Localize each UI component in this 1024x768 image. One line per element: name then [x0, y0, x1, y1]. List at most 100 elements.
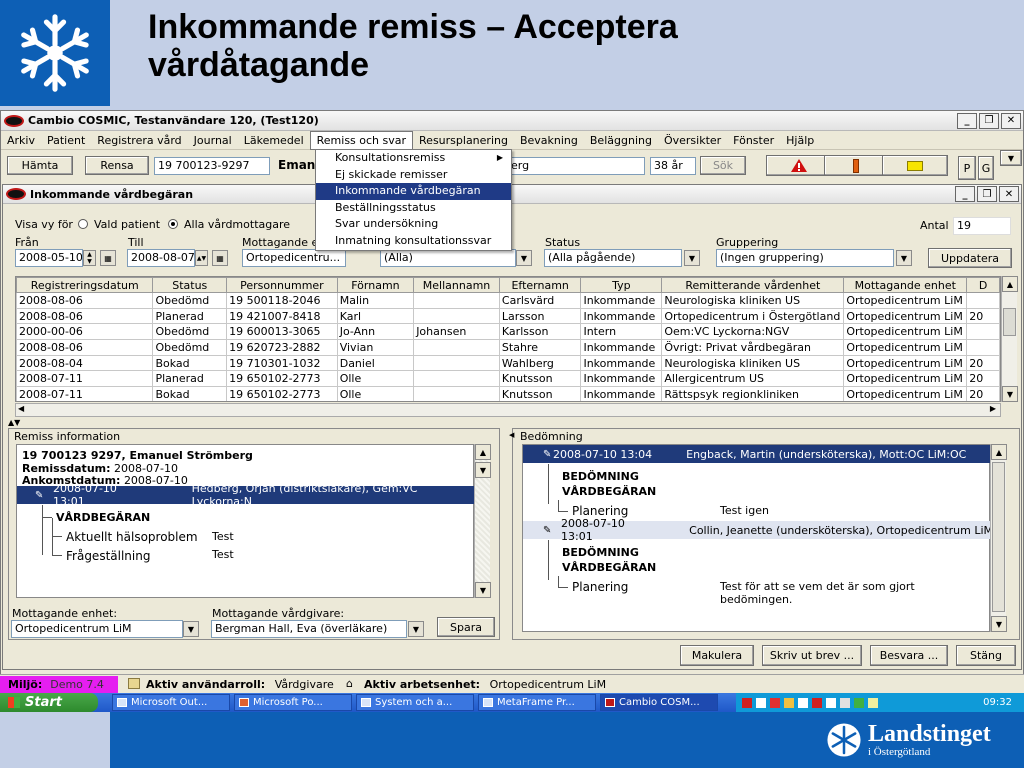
menu-hjalp[interactable]: Hjälp — [780, 131, 820, 150]
scroll-left-icon[interactable]: ◀ — [18, 404, 24, 413]
to-date-input[interactable]: 2008-08-07 — [127, 249, 195, 267]
start-button[interactable]: Start — [0, 693, 98, 712]
receiving-unit-select[interactable]: Ortopedicentru... — [242, 249, 346, 267]
tray-icon-6[interactable] — [812, 697, 822, 708]
collapse-arrow-icon[interactable]: ◀ — [509, 431, 514, 439]
tray-icon-9[interactable] — [854, 697, 864, 708]
menu-item-inkommande-vardbegaran[interactable]: Inkommande vårdbegäran — [316, 183, 511, 200]
receiving-unit-dropdown-icon[interactable]: ▼ — [183, 621, 199, 637]
menu-item-inmatning-konsultationssvar[interactable]: Inmatning konsultationssvar — [316, 233, 511, 250]
inner-close-button[interactable]: ✕ — [999, 186, 1019, 202]
status-select[interactable]: (Alla pågående) — [544, 249, 682, 267]
menu-oversikter[interactable]: Översikter — [658, 131, 727, 150]
receiving-unit-field[interactable]: Ortopedicentrum LiM — [11, 620, 183, 638]
second-filter-dropdown-icon[interactable]: ▼ — [516, 250, 532, 266]
task-metaframe[interactable]: MetaFrame Pr... — [478, 694, 596, 711]
table-vertical-scrollbar[interactable]: ▲ ▼ — [1001, 276, 1018, 402]
radio-selected-patient[interactable] — [78, 219, 88, 229]
col-d[interactable]: D — [966, 277, 1000, 293]
menu-remiss-och-svar[interactable]: Remiss och svar — [309, 130, 414, 150]
tray-icon-10[interactable] — [868, 697, 878, 708]
menu-registrera-vard[interactable]: Registrera vård — [91, 131, 187, 150]
inner-restore-button[interactable]: ❐ — [977, 186, 997, 202]
menu-item-bestallningsstatus[interactable]: Beställningsstatus — [316, 200, 511, 217]
menu-lakemedel[interactable]: Läkemedel — [238, 131, 310, 150]
remiss-scroll-mid-icon[interactable]: ▼ — [475, 462, 491, 478]
tray-icon-7[interactable] — [826, 697, 836, 708]
menu-fonster[interactable]: Fönster — [727, 131, 780, 150]
menu-arkiv[interactable]: Arkiv — [1, 131, 41, 150]
col-registration-date[interactable]: Registreringsdatum — [16, 277, 154, 293]
menu-item-ej-skickade[interactable]: Ej skickade remisser — [316, 167, 511, 184]
alert-exclamation-button[interactable] — [824, 155, 888, 176]
clear-button[interactable]: Rensa — [85, 156, 149, 175]
menu-item-konsultationsremiss[interactable]: Konsultationsremiss ▶ — [316, 150, 511, 167]
col-type[interactable]: Typ — [580, 277, 663, 293]
update-button[interactable]: Uppdatera — [928, 248, 1012, 268]
assessment-scrollbar[interactable]: ▲ ▼ — [990, 444, 1007, 632]
scroll-right-icon[interactable]: ▶ — [990, 404, 996, 413]
reply-button[interactable]: Besvara ... — [870, 645, 948, 666]
remiss-entry-row[interactable]: ✎ 2008-07-10 13:01 Hedberg, Örjan (distr… — [17, 482, 474, 508]
alert-warning-button[interactable] — [766, 155, 832, 176]
table-row[interactable]: 2008-08-04 Bokad 19 710301-1032 Daniel Wahlb… — [16, 354, 1000, 372]
table-horizontal-scrollbar[interactable]: ◀ ▶ — [15, 403, 1001, 417]
col-referring-unit[interactable]: Remitterande vårdenhet — [661, 277, 845, 293]
table-scroll-thumb[interactable] — [1003, 308, 1016, 336]
table-scroll-up-icon[interactable]: ▲ — [1002, 276, 1018, 292]
fetch-button[interactable]: Hämta — [7, 156, 73, 175]
task-powerpoint[interactable]: Microsoft Po... — [234, 694, 352, 711]
restore-button[interactable]: ❐ — [979, 112, 999, 129]
task-system[interactable]: System och a... — [356, 694, 474, 711]
assessment-entry-1[interactable]: ✎ 2008-07-10 13:04 Engback, Martin (unde… — [523, 445, 990, 463]
assessment-scroll-down-icon[interactable]: ▼ — [991, 616, 1007, 632]
search-button[interactable]: Sök — [700, 156, 746, 175]
col-last-name[interactable]: Efternamn — [498, 277, 582, 293]
to-calendar-icon[interactable]: ▦ — [212, 250, 228, 266]
tray-icon-1[interactable] — [742, 697, 752, 708]
col-status[interactable]: Status — [152, 277, 228, 293]
from-date-input[interactable]: 2008-05-10 — [15, 249, 83, 267]
from-calendar-icon[interactable]: ▦ — [100, 250, 116, 266]
table-row[interactable]: 2008-08-06 Obedömd 19 620723-2882 Vivian Sta… — [16, 339, 1000, 356]
tray-icon-4[interactable] — [784, 697, 794, 708]
assessment-scroll-thumb[interactable] — [992, 462, 1005, 612]
table-row[interactable]: 2008-07-11 Bokad 19 650102-2773 Olle Knutsso… — [16, 386, 1000, 401]
to-date-spinner[interactable]: ▲▼ — [195, 250, 208, 266]
tray-icon-5[interactable] — [798, 697, 808, 708]
menu-item-svar-undersokning[interactable]: Svar undersökning — [316, 216, 511, 233]
toolbar-expand-icon[interactable]: ▼ — [1000, 150, 1022, 166]
assessment-entry-2[interactable]: ✎ 2008-07-10 13:01 Collin, Jeanette (und… — [523, 517, 990, 543]
menu-journal[interactable]: Journal — [188, 131, 238, 150]
p-button[interactable]: P — [958, 156, 976, 180]
table-row[interactable]: 2008-08-06 Planerad 19 421007-8418 Karl Lars… — [16, 307, 1000, 325]
inner-minimize-button[interactable]: _ — [955, 186, 975, 202]
table-row[interactable]: 2008-08-06 Obedömd 19 500118-2046 Malin Carl… — [16, 292, 1000, 309]
status-dropdown-icon[interactable]: ▼ — [684, 250, 700, 266]
close-button[interactable]: Stäng — [956, 645, 1016, 666]
table-row[interactable]: 2008-07-11 Planerad 19 650102-2773 Olle Knut… — [16, 370, 1000, 388]
g-button[interactable]: G — [978, 156, 994, 180]
cancel-request-button[interactable]: Makulera — [680, 645, 754, 666]
close-window-button[interactable]: ✕ — [1001, 112, 1021, 129]
caregiver-field[interactable]: Bergman Hall, Eva (överläkare) — [211, 620, 407, 638]
personnummer-input[interactable]: 19 700123-9297 — [154, 157, 270, 175]
table-scroll-down-icon[interactable]: ▼ — [1002, 386, 1018, 402]
tray-icon-8[interactable] — [840, 697, 850, 708]
menu-patient[interactable]: Patient — [41, 131, 91, 150]
from-date-spinner[interactable]: ▲ ▼ — [83, 250, 96, 266]
second-filter-select[interactable]: (Alla) — [380, 249, 516, 267]
note-button[interactable] — [882, 155, 948, 176]
menu-bevakning[interactable]: Bevakning — [514, 131, 584, 150]
col-personal-number[interactable]: Personnummer — [226, 277, 338, 293]
assessment-scroll-up-icon[interactable]: ▲ — [991, 444, 1007, 460]
tray-icon-2[interactable] — [756, 697, 766, 708]
caregiver-dropdown-icon[interactable]: ▼ — [408, 621, 424, 637]
remiss-scrollbar[interactable]: ▲ ▼ ▼ — [474, 444, 491, 598]
minimize-button[interactable]: _ — [957, 112, 977, 129]
remiss-scroll-up-icon[interactable]: ▲ — [475, 444, 491, 460]
col-middle-name[interactable]: Mellannamn — [413, 277, 500, 293]
task-cambio[interactable]: Cambio COSM... — [600, 694, 718, 711]
menu-belaggning[interactable]: Beläggning — [584, 131, 658, 150]
menu-resursplanering[interactable]: Resursplanering — [413, 131, 514, 150]
